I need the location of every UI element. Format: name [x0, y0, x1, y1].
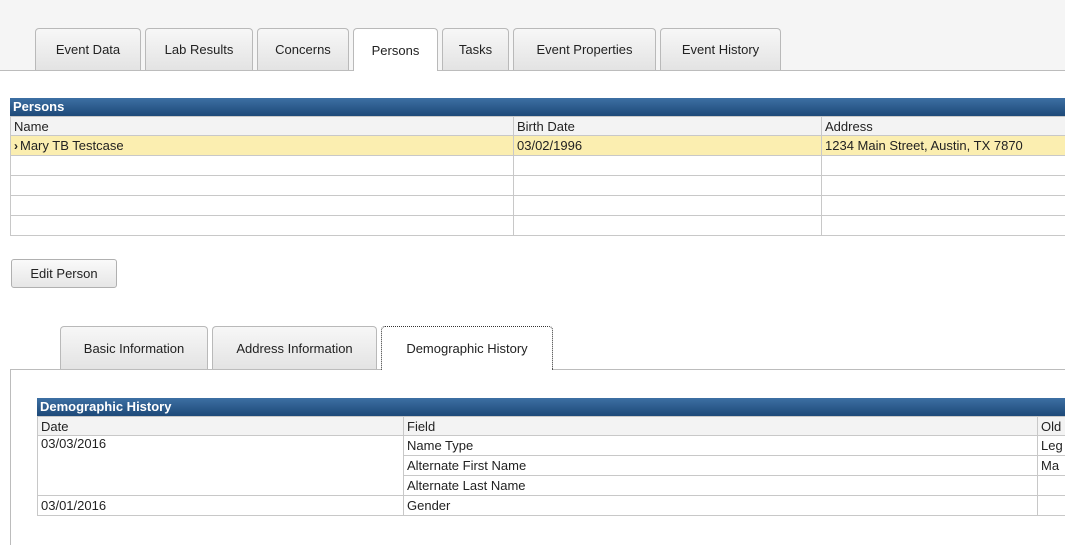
history-old-value: Leg [1037, 435, 1065, 456]
history-old-value: Ma [1037, 455, 1065, 476]
tab-address-information[interactable]: Address Information [212, 326, 377, 369]
demographic-history-grid-title: Demographic History [37, 398, 1065, 416]
empty-cell [10, 155, 514, 176]
history-field: Alternate First Name [403, 455, 1038, 476]
empty-cell [821, 175, 1065, 196]
tab-demographic-history[interactable]: Demographic History [381, 326, 553, 370]
history-old-value [1037, 475, 1065, 496]
tab-concerns[interactable]: Concerns [257, 28, 349, 70]
persons-grid-title: Persons [10, 98, 1065, 116]
tab-basic-information[interactable]: Basic Information [60, 326, 208, 369]
table-row-empty [10, 155, 1065, 176]
history-field: Alternate Last Name [403, 475, 1038, 496]
person-name-cell[interactable]: › Mary TB Testcase [10, 135, 514, 156]
empty-cell [10, 215, 514, 236]
empty-cell [821, 195, 1065, 216]
empty-cell [513, 195, 822, 216]
table-row-empty [10, 215, 1065, 236]
table-row[interactable]: 03/01/2016 Gender [37, 495, 1065, 516]
table-row-empty [10, 195, 1065, 216]
table-row[interactable]: › Mary TB Testcase 03/02/1996 1234 Main S… [10, 135, 1065, 156]
history-field: Gender [403, 495, 1038, 516]
history-field: Name Type [403, 435, 1038, 456]
table-row[interactable]: 03/03/2016 Name Type Leg [37, 435, 1065, 496]
tab-tasks[interactable]: Tasks [442, 28, 509, 70]
empty-cell [10, 195, 514, 216]
tab-event-history[interactable]: Event History [660, 28, 781, 70]
table-row-empty [10, 175, 1065, 196]
chevron-right-icon: › [14, 139, 18, 153]
empty-cell [513, 175, 822, 196]
empty-cell [821, 215, 1065, 236]
demographic-history-table: Date Field Old 03/03/2016 Name Type Leg … [37, 416, 1065, 516]
demographic-header-row: Date Field Old [37, 416, 1065, 436]
column-header-field[interactable]: Field [403, 416, 1038, 436]
column-header-birth-date[interactable]: Birth Date [513, 116, 822, 136]
empty-cell [10, 175, 514, 196]
persons-table: Name Birth Date Address › Mary TB Testcas… [10, 116, 1065, 236]
empty-cell [513, 155, 822, 176]
column-header-name[interactable]: Name [10, 116, 514, 136]
tab-lab-results[interactable]: Lab Results [145, 28, 253, 70]
edit-person-button[interactable]: Edit Person [11, 259, 117, 288]
empty-cell [513, 215, 822, 236]
persons-header-row: Name Birth Date Address [10, 116, 1065, 136]
empty-cell [821, 155, 1065, 176]
person-address[interactable]: 1234 Main Street, Austin, TX 7870 [821, 135, 1065, 156]
column-header-old[interactable]: Old [1037, 416, 1065, 436]
tab-event-data[interactable]: Event Data [35, 28, 141, 70]
history-date: 03/03/2016 [37, 435, 404, 496]
history-old-value [1037, 495, 1065, 516]
column-header-address[interactable]: Address [821, 116, 1065, 136]
column-header-date[interactable]: Date [37, 416, 404, 436]
person-name: Mary TB Testcase [20, 138, 124, 153]
person-birth-date[interactable]: 03/02/1996 [513, 135, 822, 156]
history-date: 03/01/2016 [37, 495, 404, 516]
tab-persons[interactable]: Persons [353, 28, 438, 71]
tab-event-properties[interactable]: Event Properties [513, 28, 656, 70]
